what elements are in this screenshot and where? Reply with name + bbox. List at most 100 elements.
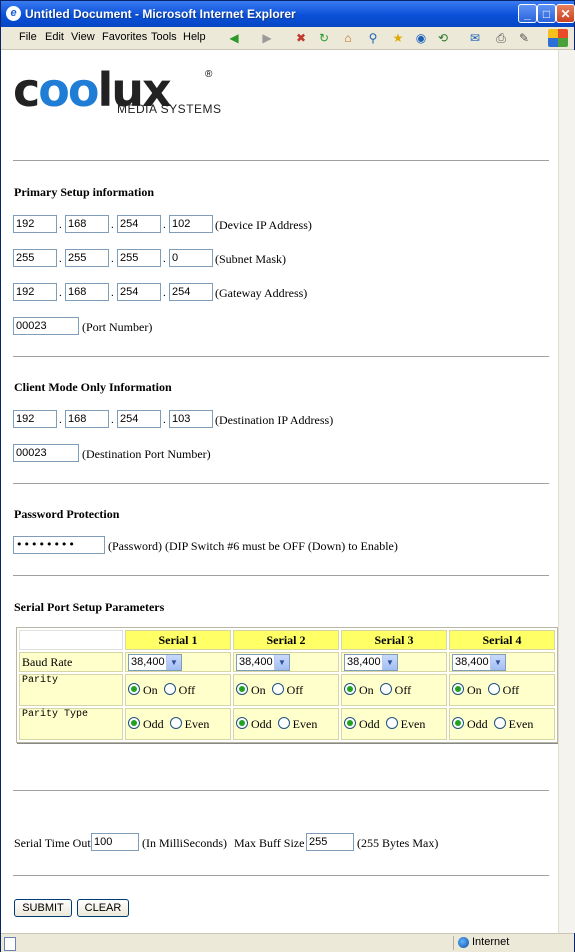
- subnet-octet-2[interactable]: 255: [65, 249, 109, 267]
- menu-view[interactable]: View: [71, 31, 95, 43]
- port-label: (Port Number): [82, 320, 153, 334]
- serial-3-parity-cell: On Off: [341, 674, 447, 706]
- port-input[interactable]: 00023: [13, 317, 79, 335]
- favorites-icon[interactable]: ★: [390, 30, 406, 46]
- security-zone: Internet: [453, 936, 572, 950]
- serial-1-even-radio[interactable]: [169, 716, 182, 729]
- divider: [13, 790, 549, 791]
- status-bar: Internet: [1, 933, 574, 952]
- serial-1-parity-off-radio[interactable]: [163, 682, 176, 695]
- submit-button[interactable]: SUBMIT: [14, 899, 72, 917]
- dest-ip-octet-4[interactable]: 103: [169, 410, 213, 428]
- back-icon[interactable]: ◀: [226, 30, 242, 46]
- search-icon[interactable]: ⚲: [365, 30, 381, 46]
- serial-2-parity-cell: On Off: [233, 674, 339, 706]
- close-button[interactable]: ✕: [556, 4, 575, 23]
- serial-1-baud-select[interactable]: 38,400 ▼: [128, 653, 182, 671]
- divider: [13, 575, 549, 576]
- chevron-down-icon[interactable]: ▼: [166, 654, 181, 670]
- dest-ip-octet-2[interactable]: 168: [65, 410, 109, 428]
- clear-button[interactable]: CLEAR: [77, 899, 129, 917]
- serial-3-odd-radio[interactable]: [344, 716, 356, 729]
- serial-1-parity-on-radio[interactable]: [128, 682, 140, 695]
- subnet-octet-3[interactable]: 255: [117, 249, 161, 267]
- device-ip-octet-3[interactable]: 254: [117, 215, 161, 233]
- device-ip-octet-1[interactable]: 192: [13, 215, 57, 233]
- stop-icon[interactable]: ✖: [293, 30, 309, 46]
- dest-port-label: (Destination Port Number): [82, 447, 211, 461]
- serial-3-header: Serial 3: [341, 630, 447, 650]
- serial-2-even-radio[interactable]: [277, 716, 290, 729]
- serial-3-parity-on-radio[interactable]: [344, 682, 356, 695]
- media-icon[interactable]: ◉: [413, 30, 429, 46]
- serial-4-parity-on-radio[interactable]: [452, 682, 464, 695]
- serial-heading: Serial Port Setup Parameters: [14, 600, 165, 614]
- serial-3-baud-select[interactable]: 38,400 ▼: [344, 653, 398, 671]
- menu-tools[interactable]: Tools: [151, 31, 177, 43]
- minimize-button[interactable]: _: [518, 4, 537, 23]
- menu-edit[interactable]: Edit: [45, 31, 64, 43]
- serial-4-baud-cell: 38,400 ▼: [449, 652, 555, 672]
- serial-3-baud-cell: 38,400 ▼: [341, 652, 447, 672]
- serial-2-parity-on-radio[interactable]: [236, 682, 248, 695]
- logo-subtitle: MEDIA SYSTEMS: [117, 102, 222, 116]
- serial-4-even-radio[interactable]: [493, 716, 506, 729]
- table-corner: [19, 630, 123, 650]
- serial-3-parity-type-cell: Odd Even: [341, 708, 447, 740]
- refresh-icon[interactable]: ↻: [316, 30, 332, 46]
- edit-icon[interactable]: ✎: [516, 30, 532, 46]
- dest-ip-octet-3[interactable]: 254: [117, 410, 161, 428]
- device-ip-label: (Device IP Address): [215, 218, 312, 232]
- menu-help[interactable]: Help: [183, 31, 206, 43]
- gateway-octet-2[interactable]: 168: [65, 283, 109, 301]
- device-ip-octet-4[interactable]: 102: [169, 215, 213, 233]
- gateway-octet-3[interactable]: 254: [117, 283, 161, 301]
- browser-window: e Untitled Document - Microsoft Internet…: [0, 0, 575, 952]
- serial-2-baud-cell: 38,400 ▼: [233, 652, 339, 672]
- max-buff-input[interactable]: 255: [306, 833, 354, 851]
- gateway-octet-4[interactable]: 254: [169, 283, 213, 301]
- serial-4-parity-cell: On Off: [449, 674, 555, 706]
- maximize-button[interactable]: □: [537, 4, 556, 23]
- serial-1-odd-radio[interactable]: [128, 716, 140, 729]
- serial-1-parity-cell: On Off: [125, 674, 231, 706]
- serial-4-baud-select[interactable]: 38,400 ▼: [452, 653, 506, 671]
- mail-icon[interactable]: ✉: [467, 30, 483, 46]
- history-icon[interactable]: ⟲: [435, 30, 451, 46]
- dest-port-input[interactable]: 00023: [13, 444, 79, 462]
- chevron-down-icon[interactable]: ▼: [274, 654, 289, 670]
- timeout-row: Serial Time Out 100 (In MilliSeconds) Ma…: [13, 833, 553, 853]
- chevron-down-icon[interactable]: ▼: [490, 654, 505, 670]
- device-ip-octet-2[interactable]: 168: [65, 215, 109, 233]
- subnet-label: (Subnet Mask): [215, 252, 286, 266]
- dest-ip-octet-1[interactable]: 192: [13, 410, 57, 428]
- gateway-octet-1[interactable]: 192: [13, 283, 57, 301]
- serial-2-baud-select[interactable]: 38,400 ▼: [236, 653, 290, 671]
- serial-3-parity-off-radio[interactable]: [379, 682, 392, 695]
- subnet-octet-4[interactable]: 0: [169, 249, 213, 267]
- chevron-down-icon[interactable]: ▼: [382, 654, 397, 670]
- subnet-octet-1[interactable]: 255: [13, 249, 57, 267]
- serial-2-parity-off-radio[interactable]: [271, 682, 284, 695]
- serial-2-odd-radio[interactable]: [236, 716, 248, 729]
- page-icon: [4, 937, 16, 951]
- menu-favorites[interactable]: Favorites: [102, 31, 147, 43]
- ie-logo-icon: e: [6, 6, 21, 21]
- gateway-label: (Gateway Address): [215, 286, 308, 300]
- vertical-scrollbar[interactable]: [558, 50, 575, 933]
- timeout-input[interactable]: 100: [91, 833, 139, 851]
- page-content: coolux ® MEDIA SYSTEMS Primary Setup inf…: [1, 50, 558, 933]
- title-bar: e Untitled Document - Microsoft Internet…: [1, 1, 575, 27]
- print-icon[interactable]: ⎙: [493, 30, 509, 46]
- windows-logo-icon: [548, 29, 568, 47]
- serial-3-even-radio[interactable]: [385, 716, 398, 729]
- serial-4-odd-radio[interactable]: [452, 716, 464, 729]
- home-icon[interactable]: ⌂: [340, 30, 356, 46]
- serial-4-parity-off-radio[interactable]: [487, 682, 500, 695]
- menu-file[interactable]: File: [19, 31, 37, 43]
- divider: [13, 160, 549, 161]
- forward-icon[interactable]: ▶: [259, 30, 275, 46]
- parity-type-label: Parity Type: [19, 708, 123, 740]
- password-input[interactable]: ••••••••: [13, 536, 105, 554]
- serial-2-parity-type-cell: Odd Even: [233, 708, 339, 740]
